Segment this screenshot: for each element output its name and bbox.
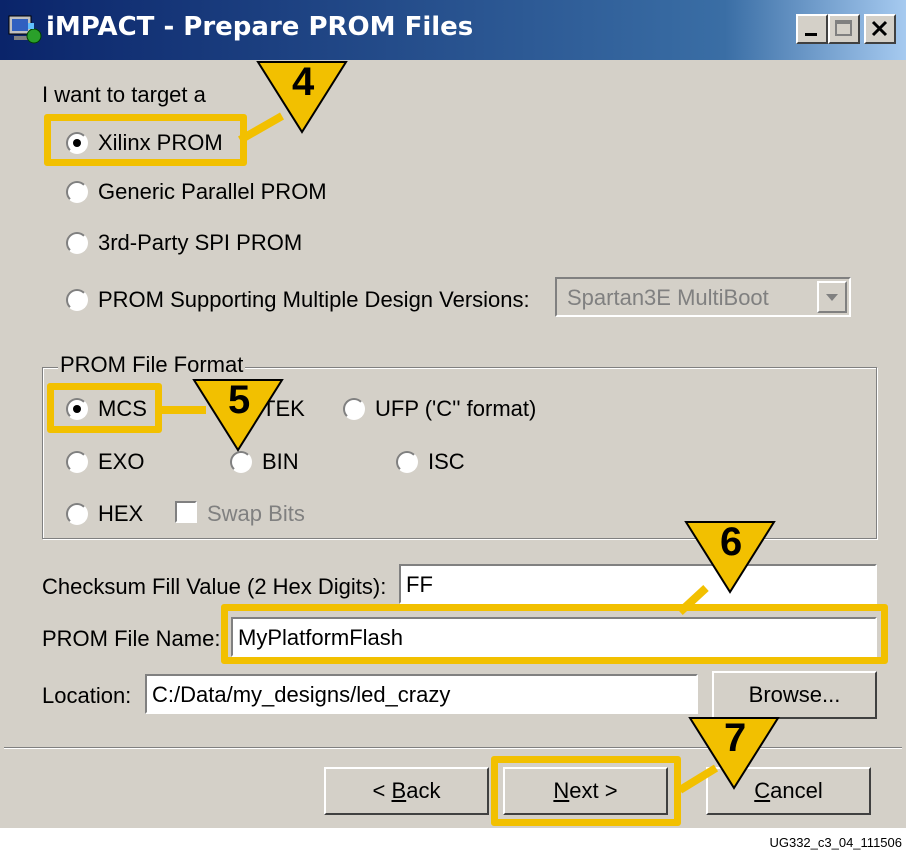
- callout-7-number: 7: [724, 716, 747, 760]
- callout-6-number: 6: [720, 520, 743, 564]
- callout-4-number: 4: [292, 60, 315, 104]
- figure-id: UG332_c3_04_111506: [769, 835, 902, 850]
- callout-5-number: 5: [228, 378, 251, 422]
